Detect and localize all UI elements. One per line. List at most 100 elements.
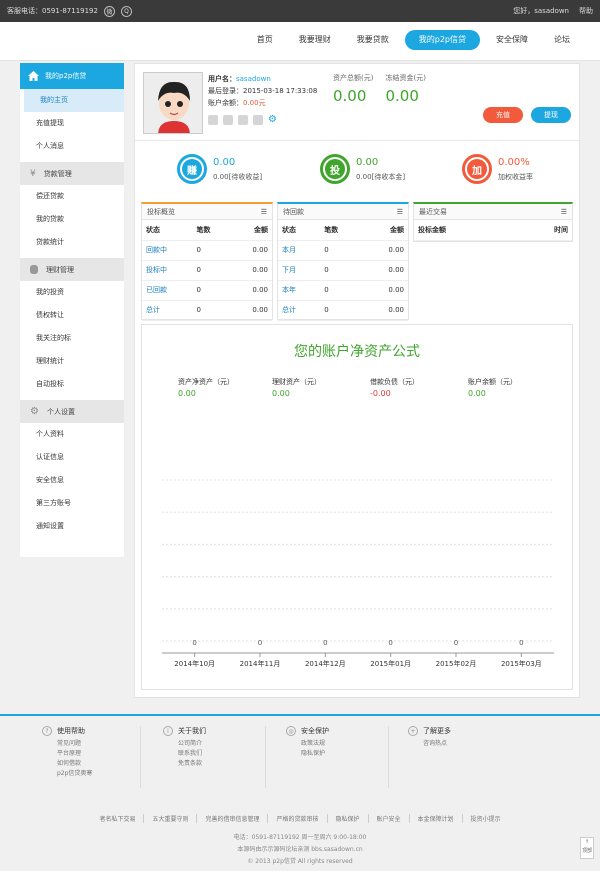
sidebar-header[interactable]: 我的p2p信贷 <box>20 63 124 89</box>
x-tick-label: 2014年11月 <box>240 659 281 668</box>
footer: ? 使用帮助 常见问题 平台原理 如何借款 p2p信贷奥寒 i 关于我们 公司简介 联系我们… <box>0 714 600 871</box>
menu-icon[interactable]: ☰ <box>561 208 567 216</box>
net-asset-formula: 您的账户净资产公式 资产净资产（元） 0.00 理财资产（元） 0.00 借款负债（… <box>141 324 573 690</box>
sidebar-item-loan-stats[interactable]: 贷款统计 <box>20 231 124 254</box>
menu-icon[interactable]: ☰ <box>261 208 267 216</box>
nav-forum[interactable]: 论坛 <box>544 30 580 50</box>
earn-icon: 赚 <box>177 154 207 184</box>
weibo-icon[interactable]: 微 <box>103 5 115 17</box>
sidebar-item-profile[interactable]: 个人资料 <box>20 423 124 446</box>
assets-summary: 资产总额(元) 0.00 冻结资金(元) 0.00 <box>333 73 426 105</box>
sidebar-item-home[interactable]: 我的主页 <box>24 89 124 112</box>
group-title: 理财管理 <box>46 265 74 274</box>
greeting-text[interactable]: 您好，sasadown <box>513 6 569 16</box>
qq-icon[interactable]: Q <box>120 5 132 17</box>
sidebar-item-repay[interactable]: 偿还贷款 <box>20 185 124 208</box>
last-login-label: 最后登录： <box>208 87 243 95</box>
shield-icon: ◎ <box>286 726 296 736</box>
data-label: 0 <box>388 639 392 647</box>
stat-value: 0.00 <box>356 156 379 168</box>
main-nav: 首页 我要理财 我要贷款 我的p2p信贷 安全保障 论坛 <box>247 30 580 50</box>
mail-icon[interactable] <box>238 115 248 125</box>
sidebar-item-my-loans[interactable]: 我的贷款 <box>20 208 124 231</box>
username-label: 用户名： <box>208 75 236 83</box>
data-label: 0 <box>258 639 262 647</box>
footer-col-about: i 关于我们 公司简介 联系我们 免责条款 <box>163 726 206 769</box>
sidebar-item-auto-bid[interactable]: 自动投标 <box>20 373 124 396</box>
sidebar-group-loan: ¥ 贷款管理 <box>20 162 124 185</box>
plus-circle-icon: + <box>408 726 418 736</box>
table-row: 下月 0 0.00 <box>278 260 408 281</box>
footer-phone: 电话：0591-87119192 周一至周六 9:00-18:00 <box>233 834 367 841</box>
menu-icon[interactable]: ☰ <box>397 208 403 216</box>
table-row: 已回款 0 0.00 <box>142 280 272 301</box>
group-title: 个人设置 <box>46 407 75 416</box>
footer-col-more: + 了解更多 咨询热点 <box>408 726 451 749</box>
footer-source: 本源码由示示源码论坛亲测 bbs.sasadown.cn <box>237 846 363 853</box>
user-info: 用户名：sasadown 最后登录：2015-03-18 17:33:08 账户… <box>208 73 317 109</box>
withdraw-button[interactable]: 提现 <box>531 107 571 123</box>
back-to-top-button[interactable]: ↑ 顶部 <box>580 837 594 859</box>
avatar[interactable] <box>143 72 203 134</box>
nav-my-p2p[interactable]: 我的p2p信贷 <box>404 30 480 50</box>
hotline-text: 客服电话：0591-87119192 <box>7 7 98 15</box>
sidebar-item-transfer[interactable]: 债权转让 <box>20 304 124 327</box>
main-content: 用户名：sasadown 最后登录：2015-03-18 17:33:08 账户… <box>134 63 580 698</box>
sidebar-item-my-invest[interactable]: 我的投资 <box>20 281 124 304</box>
pending-repay-panel: 待回款 ☰ 状态 笔数 金额 本月 0 0.00 下月 0 0.00 本年 0 0.00 总计 0 0… <box>277 202 409 321</box>
verification-icons: ⚙ <box>208 115 278 125</box>
stat-pending-principal: 投 0.00 0.00[待收本金] <box>320 154 405 184</box>
table-row: 投标中 0 0.00 <box>142 260 272 281</box>
table-row: 总计 0 0.00 <box>278 300 408 321</box>
nav-invest[interactable]: 我要理财 <box>289 30 341 50</box>
data-label: 0 <box>323 639 327 647</box>
sidebar-item-third-party[interactable]: 第三方账号 <box>20 492 124 515</box>
balance-label: 账户余额： <box>208 99 243 107</box>
group-title: 贷款管理 <box>43 169 72 178</box>
x-tick-label: 2014年12月 <box>305 659 346 668</box>
stat-label: 0.00[待收收益] <box>213 172 263 181</box>
nav-security[interactable]: 安全保障 <box>486 30 538 50</box>
settings-icon[interactable]: ⚙ <box>268 115 278 125</box>
user-icon[interactable] <box>223 115 233 125</box>
sidebar-item-messages[interactable]: 个人消息 <box>20 135 124 158</box>
stat-value: 0.00 <box>213 156 236 168</box>
total-assets-label: 资产总额(元) <box>333 74 374 82</box>
panel-title: 待回款 <box>283 207 304 216</box>
monthly-chart: 0 2014年10月 0 2014年11月 0 2014年12月 0 2015年01月 0 201… <box>162 479 554 668</box>
last-login: 2015-03-18 17:33:08 <box>243 87 318 95</box>
x-tick-label: 2015年01月 <box>370 659 411 668</box>
username: sasadown <box>236 75 271 83</box>
info-icon: i <box>163 726 173 736</box>
help-link[interactable]: 帮助 <box>579 6 593 16</box>
phone-icon[interactable] <box>208 115 218 125</box>
sidebar-item-notify[interactable]: 通知设置 <box>20 515 124 538</box>
stat-weighted-yield: 加 0.00% 加权收益率 <box>462 154 533 184</box>
sidebar-item-security-info[interactable]: 安全信息 <box>20 469 124 492</box>
id-card-icon[interactable] <box>253 115 263 125</box>
sidebar-header-label: 我的p2p信贷 <box>45 72 87 80</box>
stat-value: 0.00% <box>498 156 530 168</box>
sidebar-item-verification[interactable]: 认证信息 <box>20 446 124 469</box>
footer-col-help: ? 使用帮助 常见问题 平台原理 如何借款 p2p信贷奥寒 <box>42 726 92 779</box>
footer-links: 者名私下交易 五大重要守则 完善的借审信息管理 严格的贷款审核 隐私保护 账户安全 本金保障… <box>0 814 600 823</box>
data-label: 0 <box>192 639 196 647</box>
yen-icon: ¥ <box>30 168 36 179</box>
question-icon: ? <box>42 726 52 736</box>
sidebar-item-finance-stats[interactable]: 理财统计 <box>20 350 124 373</box>
invest-overview-panel: 投标概览 ☰ 状态 笔数 金额 回款中 0 0.00 投标中 0 0.00 已回款 0 0.00 … <box>141 202 273 321</box>
nav-loan[interactable]: 我要贷款 <box>347 30 399 50</box>
stat-pending-income: 赚 0.00 0.00[待收收益] <box>177 154 262 184</box>
sidebar-item-recharge[interactable]: 充值提现 <box>20 112 124 135</box>
database-icon <box>30 265 38 274</box>
nav-home[interactable]: 首页 <box>247 30 283 50</box>
sidebar: 我的p2p信贷 我的主页 充值提现 个人消息 ¥ 贷款管理 偿还贷款 我的贷款 … <box>20 63 124 557</box>
stat-label: 0.00[待收本金] <box>356 172 406 181</box>
data-label: 0 <box>454 639 458 647</box>
invest-icon: 投 <box>320 154 350 184</box>
header: 首页 我要理财 我要贷款 我的p2p信贷 安全保障 论坛 <box>0 22 600 61</box>
table-row: 本年 0 0.00 <box>278 280 408 301</box>
recharge-button[interactable]: 充值 <box>483 107 523 123</box>
sidebar-item-followed[interactable]: 我关注的标 <box>20 327 124 350</box>
sidebar-group-settings: ⚙ 个人设置 <box>20 400 124 423</box>
